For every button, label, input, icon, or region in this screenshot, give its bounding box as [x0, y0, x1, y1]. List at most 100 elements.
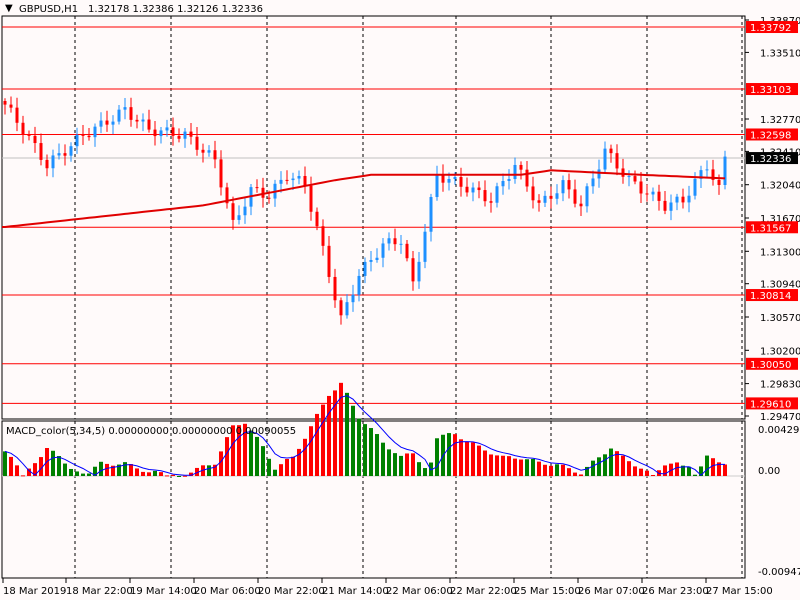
macd-histogram-bar: [255, 436, 259, 476]
candle-body: [531, 186, 535, 201]
macd-histogram-bar: [69, 468, 73, 476]
candle-body: [27, 134, 31, 136]
macd-histogram-bar: [57, 456, 61, 476]
candle: [249, 184, 253, 216]
macd-histogram-bar: [261, 446, 265, 476]
candle-body: [351, 294, 355, 303]
candle: [51, 149, 55, 178]
candle: [561, 175, 565, 202]
candle-body: [375, 257, 379, 260]
candle-body: [453, 177, 457, 180]
macd-histogram-bar: [579, 474, 583, 476]
time-label: 18 Mar 2019: [3, 586, 66, 597]
symbol-menu-arrow-icon[interactable]: ▼: [5, 3, 13, 14]
candle-body: [411, 258, 415, 282]
candle-body: [555, 193, 559, 199]
price-tick-label: 1.32770: [760, 115, 800, 126]
candle: [231, 196, 235, 230]
price-chart[interactable]: 1.338701.335101.327701.324101.320401.316…: [0, 0, 800, 600]
candle-body: [513, 164, 517, 180]
candle: [537, 194, 541, 212]
macd-histogram-bar: [723, 464, 727, 476]
candle: [105, 110, 109, 132]
candle: [27, 130, 31, 141]
candle: [549, 186, 553, 209]
candle-body: [183, 131, 187, 139]
time-label: 22 Mar 06:00: [386, 586, 453, 597]
candle: [363, 257, 367, 284]
candle: [93, 123, 97, 147]
candle-body: [459, 177, 463, 187]
symbol-timeframe: GBPUSD,H1: [19, 4, 79, 15]
candle-body: [687, 195, 691, 203]
macd-histogram-bar: [465, 441, 469, 476]
candle: [627, 170, 631, 187]
macd-histogram-bar: [147, 472, 151, 476]
candle: [339, 297, 343, 325]
candle: [393, 228, 397, 251]
macd-histogram-bar: [411, 453, 415, 476]
candle-body: [423, 231, 427, 262]
candle-body: [285, 179, 289, 181]
candle-body: [549, 195, 553, 199]
candle: [357, 269, 361, 302]
candle: [99, 112, 103, 134]
macd-histogram-bar: [501, 455, 505, 476]
candle-body: [327, 245, 331, 277]
candle-body: [657, 191, 661, 201]
macd-histogram-bar: [267, 458, 271, 476]
macd-histogram-bar: [489, 454, 493, 476]
candle-body: [81, 134, 85, 136]
candle: [375, 248, 379, 263]
candle: [309, 176, 313, 221]
candle-body: [345, 302, 349, 316]
macd-histogram-bar: [555, 464, 559, 476]
candle: [321, 219, 325, 256]
candle-body: [189, 131, 193, 137]
macd-histogram-bar: [171, 474, 175, 476]
price-tick-label: 1.30200: [760, 346, 800, 357]
candle: [507, 169, 511, 190]
candle: [351, 284, 355, 312]
candle-body: [231, 203, 235, 220]
candle-body: [603, 148, 607, 170]
candle: [387, 232, 391, 251]
candle: [153, 121, 157, 146]
macd-histogram-bar: [447, 433, 451, 476]
candle-body: [117, 109, 121, 122]
candle-body: [609, 148, 613, 154]
candle-body: [297, 176, 301, 179]
macd-histogram-bar: [567, 468, 571, 476]
macd-histogram-bar: [519, 459, 523, 476]
candle-body: [267, 197, 271, 199]
candle: [345, 294, 349, 319]
macd-histogram-bar: [75, 471, 79, 476]
macd-histogram-bar: [651, 474, 655, 476]
candle: [243, 198, 247, 224]
candle-body: [573, 189, 577, 204]
candle-body: [705, 169, 709, 171]
price-tick-label: 1.31300: [760, 247, 800, 258]
macd-histogram-bar: [621, 455, 625, 476]
candle-body: [177, 135, 181, 139]
level-price-label: 1.33792: [750, 23, 791, 34]
level-price-label: 1.33103: [750, 85, 791, 96]
candle-body: [561, 180, 565, 194]
candle-body: [63, 153, 67, 156]
candle-body: [171, 127, 175, 136]
macd-histogram-bar: [591, 460, 595, 476]
candle-body: [639, 181, 643, 194]
macd-zero-label: 0.00: [758, 466, 781, 477]
candle: [171, 117, 175, 146]
candle: [57, 143, 61, 160]
candle: [285, 170, 289, 185]
candle-body: [627, 176, 631, 178]
candle-body: [291, 178, 295, 181]
candle: [633, 170, 637, 185]
candle: [129, 97, 133, 127]
macd-histogram-bar: [165, 475, 169, 477]
candle-body: [615, 153, 619, 169]
macd-histogram-bar: [399, 455, 403, 476]
candle-body: [15, 107, 19, 123]
candle-body: [471, 187, 475, 193]
